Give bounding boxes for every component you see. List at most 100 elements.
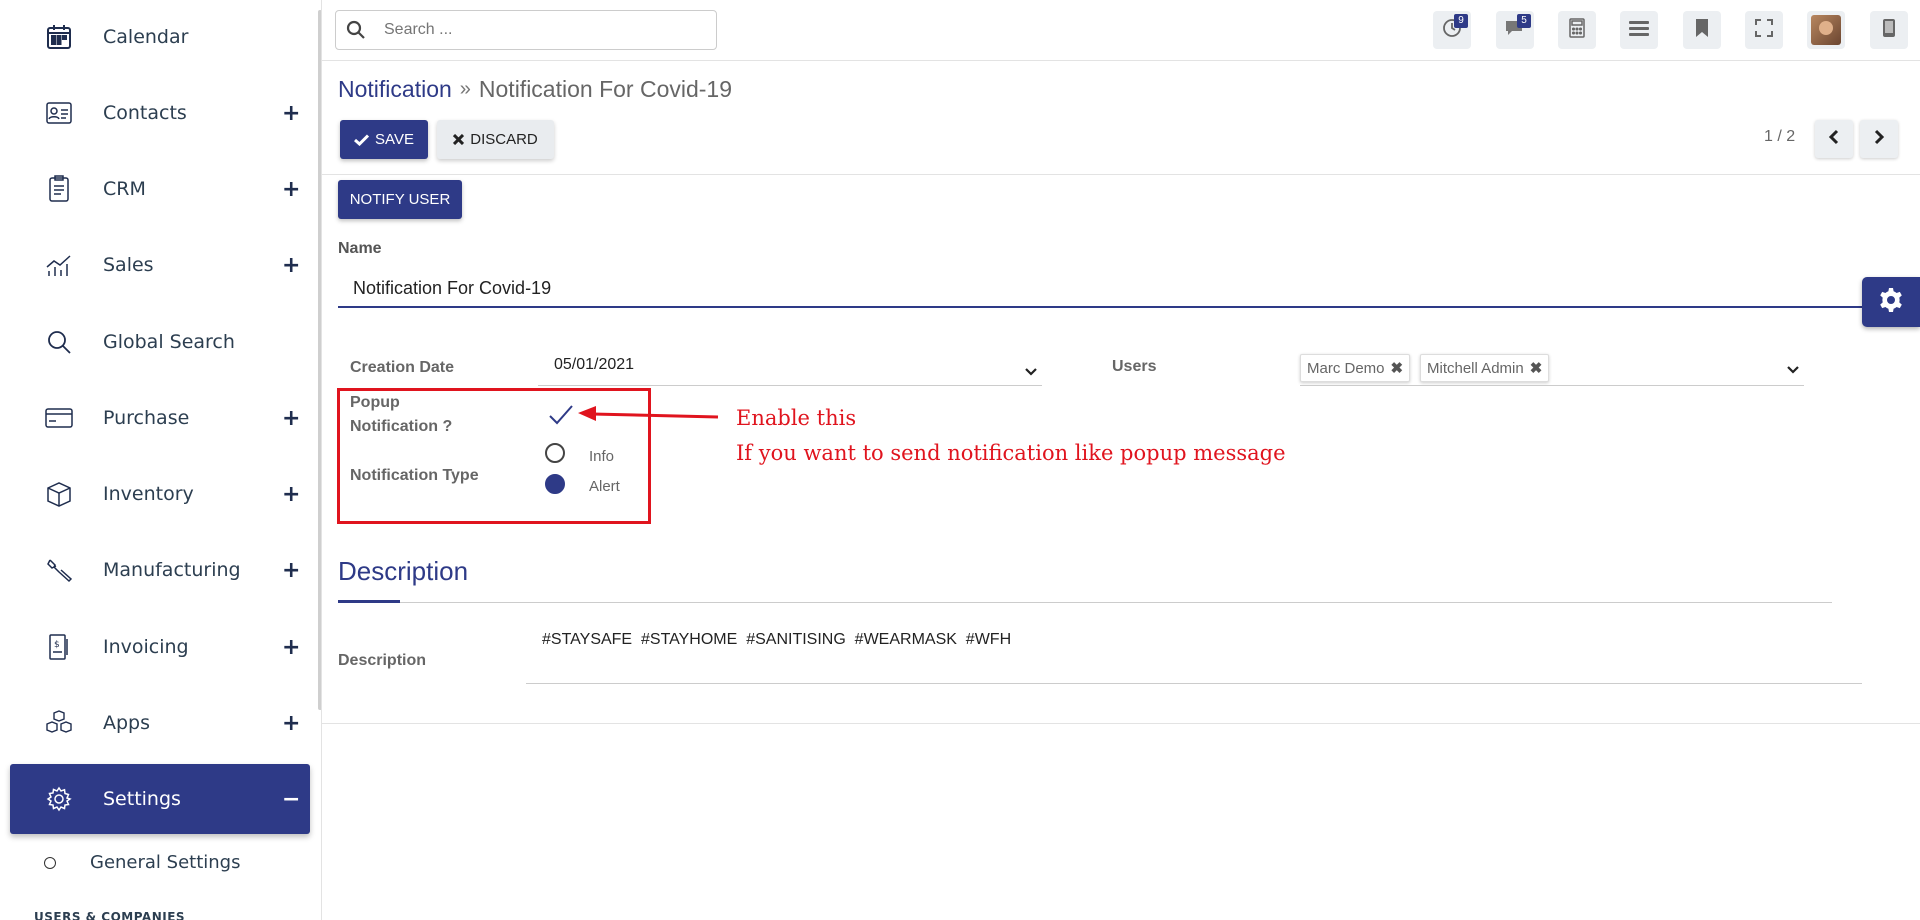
- topbar: 9 5: [322, 0, 1920, 61]
- bookmark-icon: [1694, 18, 1710, 42]
- sidebar-item-global-search[interactable]: Global Search: [10, 307, 310, 377]
- search-input[interactable]: [384, 21, 704, 39]
- sidebar-item-manufacturing[interactable]: Manufacturing +: [10, 535, 310, 605]
- collapse-minus-icon[interactable]: −: [282, 787, 300, 812]
- user-tag[interactable]: Marc Demo ✖: [1300, 354, 1411, 382]
- sidebar-item-label: Calendar: [103, 26, 189, 48]
- annotation-line: If you want to send notification like po…: [736, 441, 1286, 465]
- sidebar-item-contacts[interactable]: Contacts +: [10, 78, 310, 148]
- sidebar-item-apps[interactable]: Apps +: [10, 688, 310, 758]
- sidebar-subitem-general-settings[interactable]: General Settings: [44, 852, 241, 873]
- notify-user-label: NOTIFY USER: [349, 191, 451, 208]
- close-icon: [453, 134, 465, 145]
- breadcrumb-parent-link[interactable]: Notification: [338, 76, 452, 103]
- sidebar-item-calendar[interactable]: Calendar: [10, 2, 310, 72]
- sidebar-item-purchase[interactable]: Purchase +: [10, 383, 310, 453]
- breadcrumb-separator: »: [459, 78, 471, 100]
- bullet-icon: [44, 856, 56, 869]
- annotation-line: Enable this: [736, 406, 857, 430]
- creation-date-underline: [538, 385, 1042, 386]
- sidebar-item-label: Contacts: [103, 102, 187, 124]
- user-tag-label: Marc Demo: [1307, 359, 1385, 377]
- breadcrumb: Notification » Notification For Covid-19: [338, 76, 732, 103]
- sidebar-item-inventory[interactable]: Inventory +: [10, 459, 310, 529]
- users-underline: [1300, 385, 1804, 386]
- sidebar-item-label: Global Search: [103, 331, 235, 353]
- description-field[interactable]: #STAYSAFE #STAYHOME #SANITISING #WEARMAS…: [542, 631, 1011, 649]
- menu-button[interactable]: [1620, 11, 1658, 49]
- sidebar-item-crm[interactable]: CRM +: [10, 154, 310, 224]
- expand-plus-icon[interactable]: +: [282, 482, 300, 507]
- messages-button[interactable]: 5: [1496, 11, 1534, 49]
- save-button[interactable]: SAVE: [340, 120, 428, 159]
- sidebar-item-invoicing[interactable]: $ Invoicing +: [10, 612, 310, 682]
- sidebar-item-label: Invoicing: [103, 636, 189, 658]
- active-tab-indicator: [338, 600, 400, 603]
- apps-cubes-icon: [44, 708, 74, 738]
- pager-next-button[interactable]: [1860, 120, 1898, 158]
- sidebar-item-label: Sales: [103, 254, 154, 276]
- sidebar: Calendar Contacts + CRM + Sales + Global…: [0, 0, 322, 920]
- fullscreen-button[interactable]: [1745, 11, 1783, 49]
- users-label: Users: [1112, 358, 1157, 375]
- sidebar-item-label: Manufacturing: [103, 559, 241, 581]
- expand-plus-icon[interactable]: +: [282, 177, 300, 202]
- sidebar-item-label: CRM: [103, 178, 146, 200]
- sidebar-item-sales[interactable]: Sales +: [10, 230, 310, 300]
- fullscreen-icon: [1755, 19, 1773, 41]
- discard-button[interactable]: DISCARD: [437, 120, 554, 159]
- divider: [322, 174, 1920, 175]
- check-icon: [354, 133, 370, 146]
- phone-icon: [1882, 18, 1896, 42]
- expand-plus-icon[interactable]: +: [282, 101, 300, 126]
- gear-icon: [1878, 287, 1904, 317]
- description-label: Description: [338, 652, 427, 669]
- calculator-button[interactable]: [1558, 11, 1596, 49]
- chevron-left-icon: [1828, 129, 1840, 149]
- user-tag-label: Mitchell Admin: [1427, 359, 1524, 377]
- notify-user-button[interactable]: NOTIFY USER: [338, 180, 462, 219]
- tab-description[interactable]: Description: [338, 556, 468, 587]
- pager-counter[interactable]: 1 / 2: [1764, 128, 1795, 146]
- sidebar-section-heading: USERS & COMPANIES: [34, 910, 186, 920]
- calendar-icon: [44, 22, 74, 52]
- creation-date-field[interactable]: 05/01/2021: [554, 356, 634, 374]
- save-label: SAVE: [375, 131, 414, 148]
- svg-text:$: $: [54, 640, 60, 650]
- user-tag[interactable]: Mitchell Admin ✖: [1420, 354, 1550, 382]
- pager-previous-button[interactable]: [1815, 120, 1853, 158]
- user-avatar-button[interactable]: [1807, 11, 1845, 49]
- tab-divider: [338, 602, 1832, 603]
- chevron-down-icon[interactable]: [1024, 362, 1038, 381]
- bookmark-button[interactable]: [1683, 11, 1721, 49]
- name-label: Name: [338, 240, 382, 257]
- activity-badge: 9: [1454, 14, 1468, 28]
- expand-plus-icon[interactable]: +: [282, 711, 300, 736]
- wrench-icon: [44, 555, 74, 585]
- expand-plus-icon[interactable]: +: [282, 635, 300, 660]
- calculator-icon: [1568, 18, 1586, 42]
- floating-settings-button[interactable]: [1862, 277, 1920, 327]
- remove-tag-icon[interactable]: ✖: [1391, 359, 1404, 377]
- sidebar-item-settings[interactable]: Settings −: [10, 764, 310, 834]
- gear-icon: [44, 784, 74, 814]
- activity-button[interactable]: 9: [1433, 11, 1471, 49]
- sidebar-scrollbar[interactable]: [318, 10, 321, 710]
- sidebar-item-label: Settings: [103, 788, 181, 810]
- discard-label: DISCARD: [470, 131, 538, 148]
- credit-card-icon: [44, 403, 74, 433]
- chevron-right-icon: [1873, 129, 1885, 149]
- sales-chart-icon: [44, 250, 74, 280]
- remove-tag-icon[interactable]: ✖: [1530, 359, 1543, 377]
- crm-clipboard-icon: [44, 174, 74, 204]
- expand-plus-icon[interactable]: +: [282, 558, 300, 583]
- contact-card-icon: [44, 98, 74, 128]
- mobile-button[interactable]: [1870, 11, 1908, 49]
- box-icon: [44, 479, 74, 509]
- expand-plus-icon[interactable]: +: [282, 253, 300, 278]
- expand-plus-icon[interactable]: +: [282, 406, 300, 431]
- chevron-down-icon[interactable]: [1786, 360, 1800, 379]
- search-box[interactable]: [335, 10, 717, 50]
- sidebar-item-label: Purchase: [103, 407, 190, 429]
- name-field[interactable]: Notification For Covid-19: [338, 270, 1868, 308]
